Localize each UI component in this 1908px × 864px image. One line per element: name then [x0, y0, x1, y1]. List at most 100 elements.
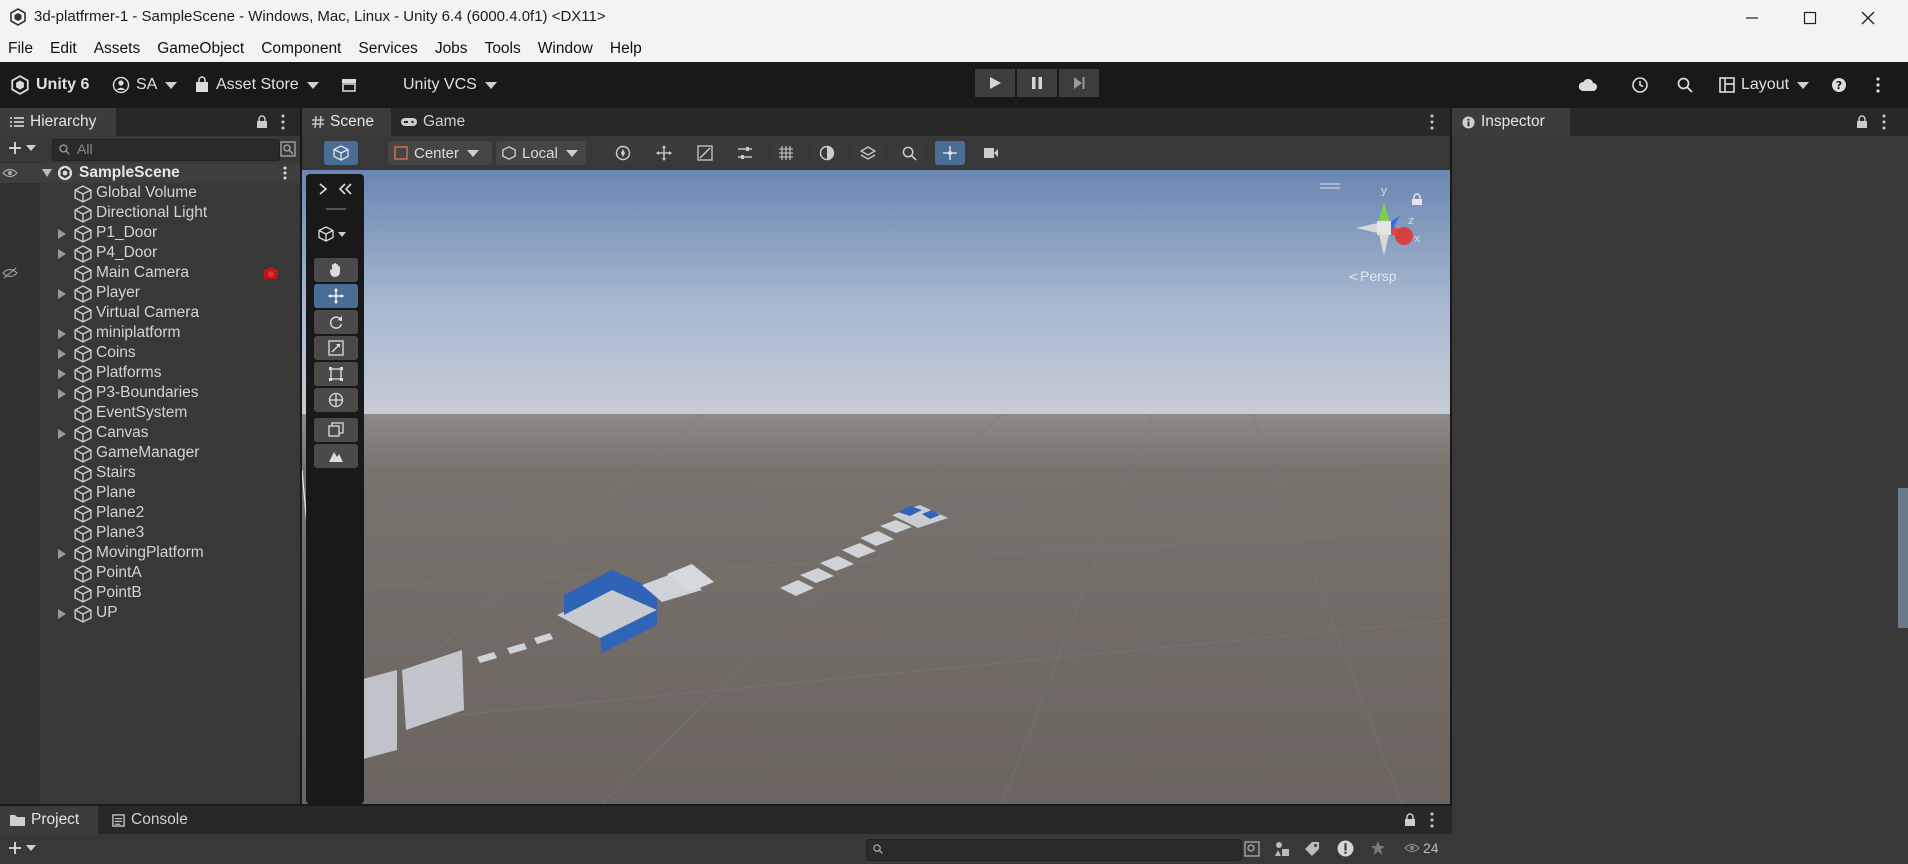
expand-icon[interactable]: [318, 183, 328, 195]
more-icon[interactable]: [1882, 114, 1886, 130]
hierarchy-item[interactable]: Plane3: [0, 523, 300, 543]
hierarchy-item[interactable]: Coins: [0, 343, 300, 363]
hierarchy-item[interactable]: EventSystem: [0, 403, 300, 423]
step-button[interactable]: [1059, 69, 1099, 97]
orientation-toggle[interactable]: [324, 141, 358, 165]
project-search-input[interactable]: [866, 839, 1242, 861]
hierarchy-item[interactable]: P4_Door: [0, 243, 300, 263]
drag-handle[interactable]: [326, 208, 346, 210]
grid-toggle-button[interactable]: [771, 141, 801, 165]
tab-inspector[interactable]: Inspector: [1452, 108, 1570, 136]
expand-arrow-icon[interactable]: [58, 429, 66, 439]
expand-arrow-icon[interactable]: [58, 549, 66, 559]
search-icon[interactable]: [1677, 62, 1693, 108]
scene-viewport[interactable]: y z x Persp <: [302, 170, 1450, 804]
expand-arrow-icon[interactable]: [58, 609, 66, 619]
scene-row[interactable]: SampleScene: [0, 163, 300, 183]
draw-mode-button[interactable]: [608, 141, 638, 165]
more-icon[interactable]: [283, 166, 287, 180]
collapse-icon[interactable]: [338, 183, 352, 195]
terrain-tool[interactable]: [314, 444, 358, 468]
play-button[interactable]: [975, 69, 1015, 97]
hierarchy-item[interactable]: UP: [0, 603, 300, 623]
search-scene-icon[interactable]: [1244, 841, 1260, 857]
label-filter-icon[interactable]: [1304, 841, 1320, 857]
create-asset-button[interactable]: [8, 841, 36, 855]
hidden-packages-counter[interactable]: 24: [1404, 840, 1439, 856]
hierarchy-item[interactable]: Plane2: [0, 503, 300, 523]
menu-edit[interactable]: Edit: [50, 40, 77, 58]
shading-button[interactable]: [812, 141, 842, 165]
lock-icon[interactable]: [1856, 115, 1868, 129]
lock-icon[interactable]: [1404, 813, 1416, 827]
version-control-dropdown[interactable]: Unity VCS: [403, 62, 497, 108]
hierarchy-item[interactable]: Plane: [0, 483, 300, 503]
tab-game[interactable]: Game: [391, 108, 477, 136]
create-button[interactable]: [8, 141, 36, 155]
hierarchy-item[interactable]: Directional Light: [0, 203, 300, 223]
close-icon[interactable]: [1839, 0, 1897, 35]
tab-hierarchy[interactable]: Hierarchy: [0, 108, 116, 136]
expand-arrow-icon[interactable]: [58, 229, 66, 239]
hierarchy-item[interactable]: Player: [0, 283, 300, 303]
hierarchy-item[interactable]: Platforms: [0, 363, 300, 383]
transform-tool[interactable]: [314, 388, 358, 412]
hierarchy-search-input[interactable]: All: [52, 139, 280, 161]
expand-arrow-icon[interactable]: [42, 169, 52, 177]
hierarchy-item[interactable]: miniplatform: [0, 323, 300, 343]
hand-tool[interactable]: [314, 258, 358, 282]
space-dropdown[interactable]: Local: [496, 141, 586, 165]
hierarchy-item[interactable]: P3-Boundaries: [0, 383, 300, 403]
maximize-icon[interactable]: [1781, 0, 1839, 35]
layout-dropdown[interactable]: Layout: [1719, 62, 1810, 108]
menu-tools[interactable]: Tools: [485, 40, 521, 58]
expand-arrow-icon[interactable]: [58, 289, 66, 299]
asset-store-dropdown[interactable]: Asset Store: [194, 62, 319, 108]
scene-search-button[interactable]: [894, 141, 924, 165]
hierarchy-item[interactable]: Stairs: [0, 463, 300, 483]
hierarchy-item[interactable]: GameManager: [0, 443, 300, 463]
move-tool[interactable]: [314, 284, 358, 308]
hierarchy-item[interactable]: Canvas: [0, 423, 300, 443]
more-icon[interactable]: [1430, 812, 1434, 828]
expand-arrow-icon[interactable]: [58, 349, 66, 359]
menu-gameobject[interactable]: GameObject: [157, 40, 244, 58]
menu-jobs[interactable]: Jobs: [435, 40, 468, 58]
package-manager-button[interactable]: [341, 62, 357, 108]
rotate-tool[interactable]: [314, 310, 358, 334]
warning-filter-icon[interactable]: [1337, 840, 1354, 857]
camera-settings-button[interactable]: [976, 141, 1006, 165]
hierarchy-item[interactable]: PointA: [0, 563, 300, 583]
expand-arrow-icon[interactable]: [58, 329, 66, 339]
view-tool[interactable]: [314, 418, 358, 442]
scale-tool[interactable]: [314, 336, 358, 360]
expand-arrow-icon[interactable]: [58, 249, 66, 259]
tab-console[interactable]: Console: [102, 806, 202, 834]
tab-project[interactable]: Project: [0, 806, 98, 834]
menu-window[interactable]: Window: [538, 40, 593, 58]
type-filter-icon[interactable]: [1274, 841, 1290, 857]
hidden-eye-icon[interactable]: [2, 267, 18, 279]
cloud-icon[interactable]: [1578, 62, 1598, 108]
menu-file[interactable]: File: [8, 40, 33, 58]
hierarchy-item[interactable]: PointB: [0, 583, 300, 603]
hierarchy-item[interactable]: Main Camera: [0, 263, 300, 283]
rect-tool[interactable]: [314, 362, 358, 386]
more-icon[interactable]: [281, 114, 285, 130]
scene-render[interactable]: y z x Persp <: [302, 170, 1450, 804]
object-mode-dropdown[interactable]: [318, 226, 346, 242]
lock-icon[interactable]: [256, 115, 268, 129]
history-icon[interactable]: [1631, 62, 1649, 108]
menu-services[interactable]: Services: [358, 40, 417, 58]
hierarchy-item[interactable]: P1_Door: [0, 223, 300, 243]
hierarchy-item[interactable]: MovingPlatform: [0, 543, 300, 563]
layers-button[interactable]: [853, 141, 883, 165]
hierarchy-item[interactable]: Global Volume: [0, 183, 300, 203]
eye-icon[interactable]: [2, 168, 18, 178]
expand-arrow-icon[interactable]: [58, 369, 66, 379]
menu-help[interactable]: Help: [610, 40, 642, 58]
gizmos-toggle[interactable]: [935, 141, 965, 165]
more-icon[interactable]: [1876, 62, 1880, 108]
more-icon[interactable]: [1430, 114, 1434, 130]
grid-snap-button[interactable]: [690, 141, 720, 165]
